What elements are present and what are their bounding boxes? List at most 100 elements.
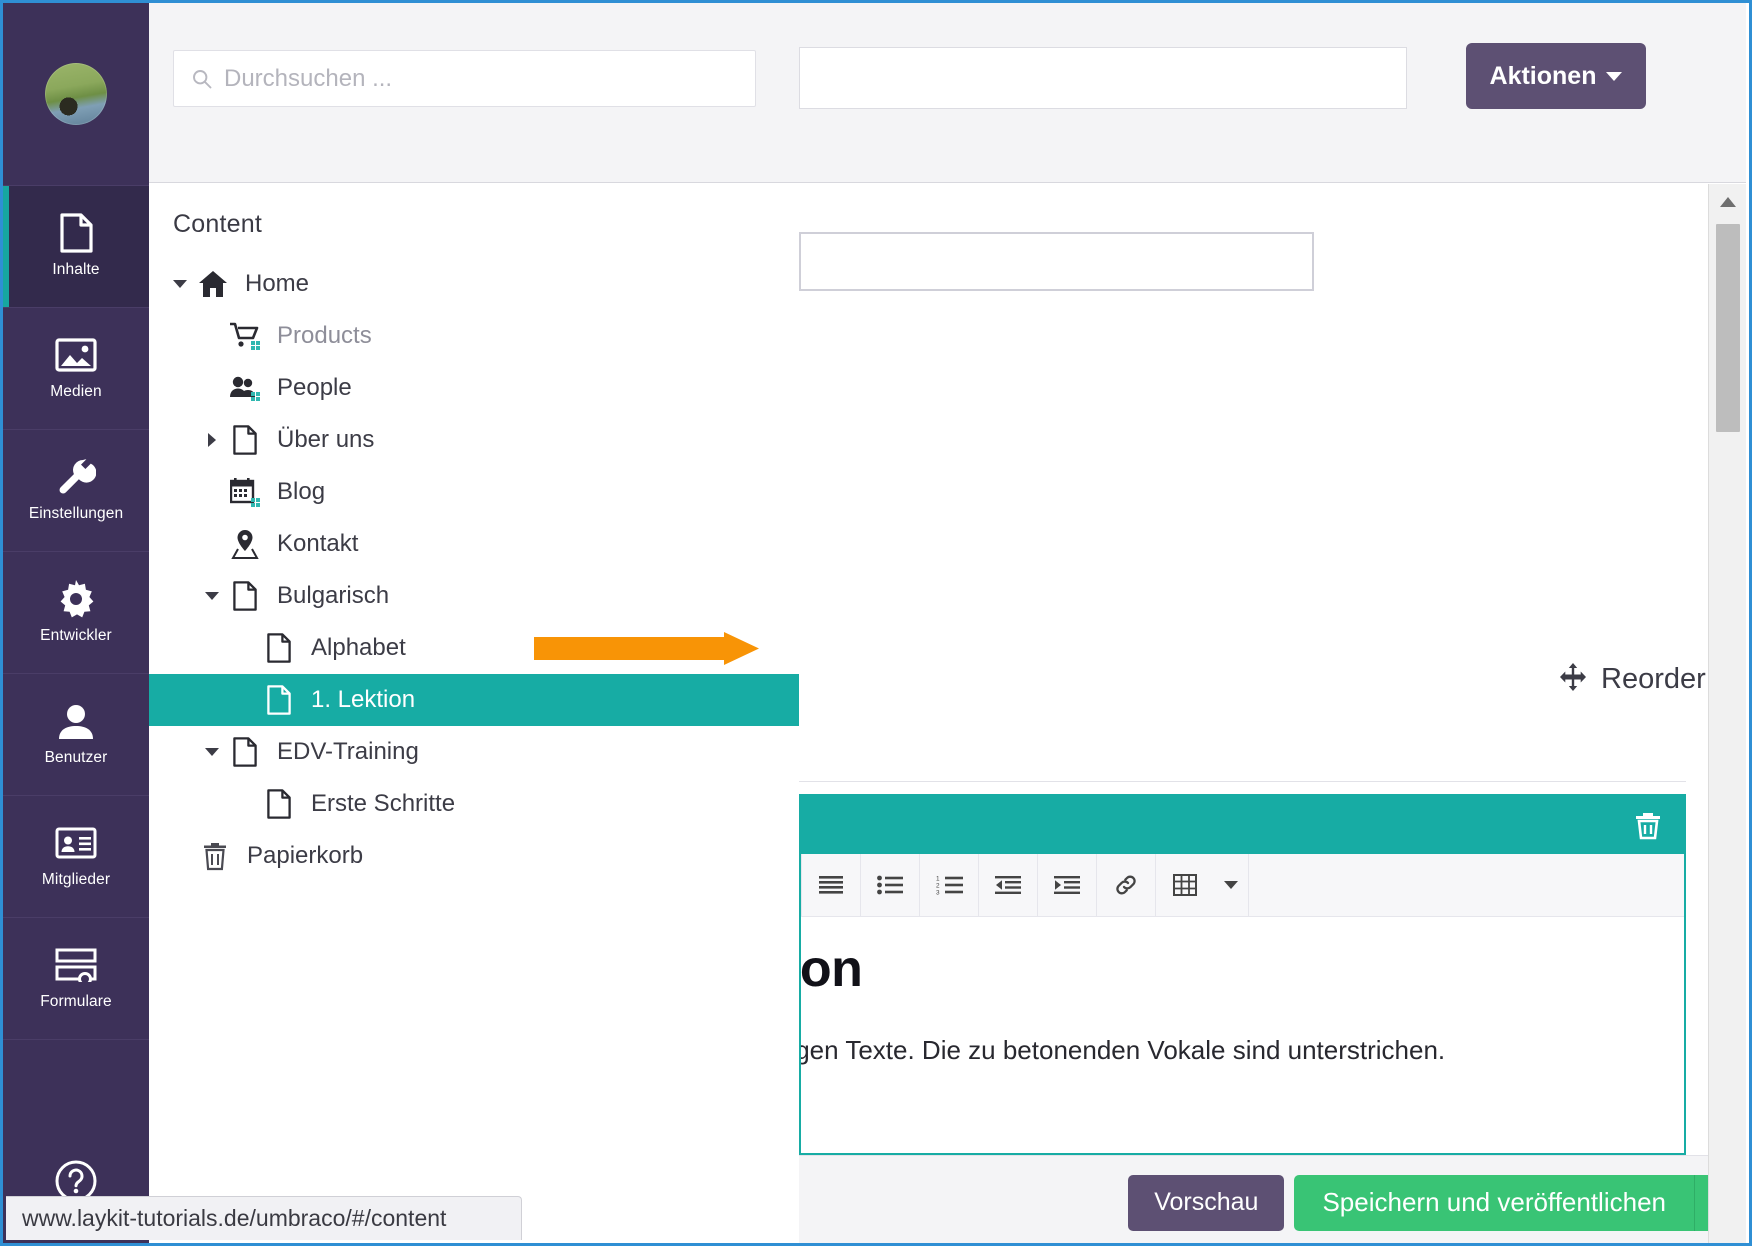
avatar-zone [3, 3, 149, 186]
home-icon [191, 258, 235, 310]
page-icon [223, 414, 267, 466]
tree-node[interactable]: 1. Lektion [149, 674, 799, 726]
table-icon[interactable] [1156, 854, 1214, 917]
trash-icon[interactable] [1632, 809, 1664, 841]
chevron-down-icon[interactable] [1214, 854, 1248, 917]
tree-node-label: Blog [277, 478, 326, 505]
gear-icon [53, 580, 99, 618]
tree-node[interactable]: Über uns [149, 414, 799, 466]
pin-icon [223, 518, 267, 570]
card-header [801, 796, 1684, 854]
tree-caret-none-icon [201, 518, 223, 570]
svg-text:3: 3 [936, 890, 940, 895]
tree-node[interactable]: Blog [149, 466, 799, 518]
sidebar-item-label: Einstellungen [28, 505, 124, 522]
sidebar-item-medien[interactable]: Medien [3, 308, 149, 430]
bullet-list-icon[interactable] [861, 854, 919, 917]
preview-button[interactable]: Vorschau [1128, 1174, 1285, 1231]
cart-icon [223, 310, 267, 362]
status-bar: www.laykit-tutorials.de/umbraco/#/conten… [6, 1196, 522, 1240]
people-icon [223, 362, 267, 414]
sidebar-item-label: Entwickler [40, 627, 112, 644]
scroll-up-arrow-icon[interactable] [1709, 184, 1746, 220]
id-card-icon [53, 824, 99, 862]
page-icon [223, 570, 267, 622]
sidebar-item-mitglieder[interactable]: Mitglieder [3, 796, 149, 918]
tree-caret-none-icon [201, 466, 223, 518]
help-circle-icon [53, 1160, 99, 1202]
tree-node-label: Kontakt [277, 530, 359, 557]
tree-node-label: Home [245, 270, 310, 297]
user-icon [53, 702, 99, 740]
tree-node-label: EDV-Training [277, 738, 419, 765]
numbered-list-icon[interactable]: 123 [920, 854, 978, 917]
move-arrows-icon [1559, 663, 1587, 696]
rte-content[interactable]: Lektion azugehörigen Texte. Die zu beton… [801, 917, 1684, 1066]
content-tree: Content Home Products People Über uns Blog Ko… [149, 183, 799, 1243]
editor-footer: Vorschau Speichern und veröffentlichen [799, 1155, 1746, 1243]
indent-icon[interactable] [1038, 854, 1096, 917]
tree-caret-none-icon [235, 674, 257, 726]
sidebar-item-entwickler[interactable]: Entwickler [3, 552, 149, 674]
tree-node[interactable]: Home [149, 258, 799, 310]
align-justify-icon[interactable] [802, 854, 860, 917]
tree-caret-down-icon[interactable] [169, 258, 191, 310]
scrollbar-thumb[interactable] [1716, 224, 1740, 432]
status-bar-url: www.laykit-tutorials.de/umbraco/#/conten… [22, 1205, 447, 1231]
tree-node[interactable]: EDV-Training [149, 726, 799, 778]
tree-node[interactable]: People [149, 362, 799, 414]
svg-text:1: 1 [936, 876, 940, 883]
toolbar-divider [1248, 853, 1249, 917]
search-icon [192, 69, 212, 89]
vertical-scrollbar[interactable] [1708, 184, 1746, 1243]
tree-node[interactable]: Kontakt [149, 518, 799, 570]
tree-node[interactable]: Products [149, 310, 799, 362]
tree-caret-none-icon [235, 778, 257, 830]
tree-node-label: Bulgarisch [277, 582, 390, 609]
tree-node-label: Erste Schritte [311, 790, 456, 817]
page-icon [257, 674, 301, 726]
tree-caret-down-icon[interactable] [201, 726, 223, 778]
chevron-down-icon [1606, 71, 1623, 81]
tree-caret-none-icon [201, 310, 223, 362]
trash-icon [193, 830, 237, 882]
wrench-icon [53, 458, 99, 496]
tree-node-label: Products [277, 322, 372, 349]
tree-caret-down-icon[interactable] [201, 570, 223, 622]
search-input[interactable]: Durchsuchen ... [173, 50, 756, 107]
tree-caret-none-icon [235, 622, 257, 674]
node-title-input[interactable] [799, 47, 1407, 109]
editor-header: Aktionen [799, 3, 1746, 183]
tree-node[interactable]: Alphabet [149, 622, 799, 674]
editor-body: Reorder 1 2 3 on gen Texte. Die zu beton… [799, 184, 1746, 1243]
sidebar-item-formulare[interactable]: Formulare [3, 918, 149, 1040]
save-and-publish-button[interactable]: Speichern und veröffentlichen [1294, 1174, 1694, 1231]
tree-node-label: Über uns [277, 426, 375, 453]
outdent-icon[interactable] [979, 854, 1037, 917]
content-tree-column: Durchsuchen ... Content Home Products Peop… [149, 3, 799, 1243]
reorder-button[interactable]: Reorder [1559, 663, 1706, 696]
tree-caret-none-icon [171, 830, 193, 882]
tree-node-label: Papierkorb [247, 842, 364, 869]
sidebar-item-benutzer[interactable]: Benutzer [3, 674, 149, 796]
document-name-field[interactable] [799, 232, 1314, 291]
tree-node[interactable]: Papierkorb [149, 830, 799, 882]
image-icon [53, 336, 99, 374]
tree-heading: Content [173, 210, 262, 238]
sidebar-item-einstellungen[interactable]: Einstellungen [3, 430, 149, 552]
avatar[interactable] [45, 63, 107, 125]
tree-node[interactable]: Bulgarisch [149, 570, 799, 622]
sidebar-item-label: Formulare [40, 993, 112, 1010]
link-icon[interactable] [1097, 854, 1155, 917]
rte-paragraph: azugehörigen Texte. Die zu betonenden Vo… [799, 1035, 1446, 1065]
tree-node[interactable]: Erste Schritte [149, 778, 799, 830]
document-icon [53, 213, 99, 253]
sidebar-item-label: Mitglieder [41, 871, 111, 888]
svg-text:2: 2 [936, 883, 940, 890]
section-divider [799, 781, 1686, 782]
search-placeholder: Durchsuchen ... [224, 64, 393, 92]
page-icon [257, 622, 301, 674]
tree-caret-right-icon[interactable] [201, 414, 223, 466]
sidebar-item-inhalte[interactable]: Inhalte [3, 186, 149, 308]
actions-button[interactable]: Aktionen [1466, 43, 1646, 109]
